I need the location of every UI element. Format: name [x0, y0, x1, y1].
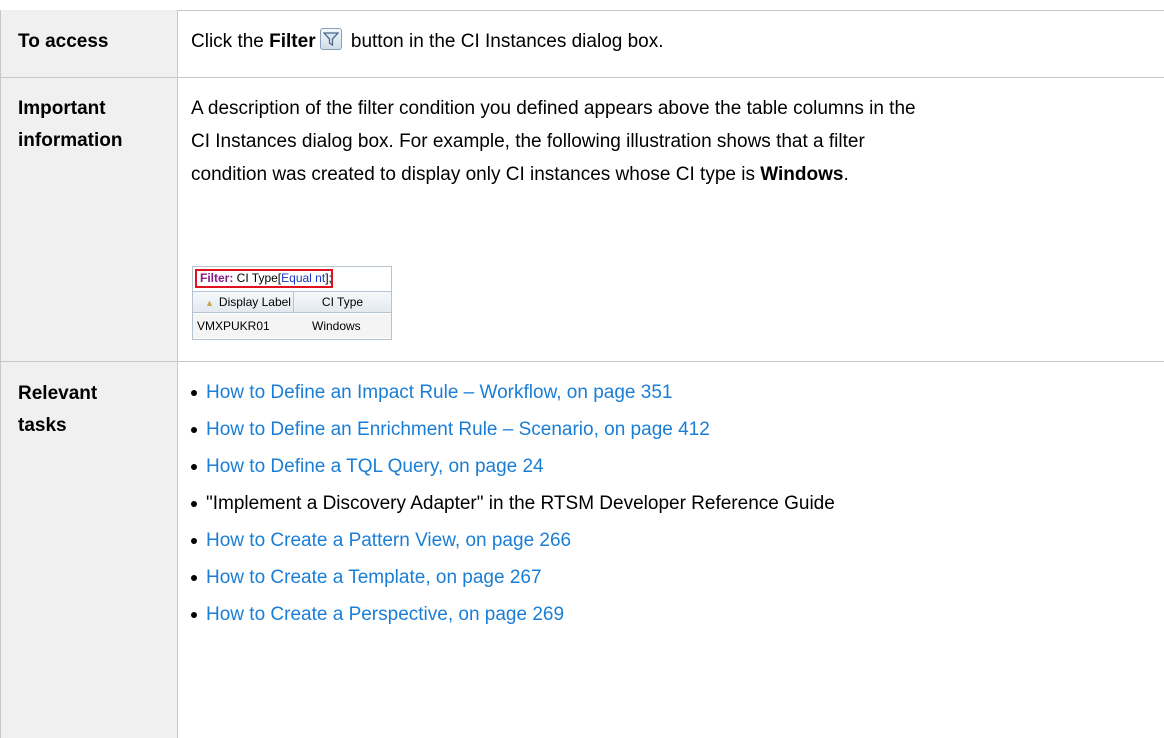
- bullet: [191, 464, 197, 470]
- filter-illustration: Filter: CI Type[Equal nt]; ▲ Display Labe…: [192, 266, 392, 340]
- row-label-important: Important: [18, 98, 106, 119]
- label-cell: Important information: [0, 78, 178, 361]
- label-cell: To access: [0, 10, 178, 77]
- list-item: "Implement a Discovery Adapter" in the R…: [191, 485, 835, 522]
- label-cell: Relevant tasks: [0, 362, 178, 738]
- important-line-2: CI Instances dialog box. For example, th…: [191, 131, 865, 152]
- task-text: "Implement a Discovery Adapter" in the R…: [206, 493, 835, 514]
- bullet: [191, 427, 197, 433]
- table-row: VMXPUKR01 Windows: [193, 314, 391, 338]
- list-item: How to Create a Pattern View, on page 26…: [191, 522, 835, 559]
- task-link[interactable]: How to Define an Impact Rule – Workflow,…: [206, 382, 672, 403]
- task-link[interactable]: How to Create a Pattern View, on page 26…: [206, 530, 571, 551]
- bullet: [191, 538, 197, 544]
- reference-table: To access Click the Filter button in the…: [0, 0, 1164, 738]
- row-label-information: information: [18, 130, 123, 151]
- important-line-3: condition was created to display only CI…: [191, 164, 849, 185]
- cell-display-label: VMXPUKR01: [197, 319, 270, 333]
- column-header-display-label: ▲ Display Label: [193, 292, 294, 312]
- row-relevant-tasks: Relevant tasks How to Define an Impact R…: [0, 362, 1164, 738]
- important-line-1: A description of the filter condition yo…: [191, 98, 916, 119]
- row-to-access: To access Click the Filter button in the…: [0, 10, 1164, 77]
- cell-ci-type: Windows: [312, 319, 361, 333]
- list-item: How to Create a Template, on page 267: [191, 559, 835, 596]
- row-label-tasks: tasks: [18, 415, 67, 436]
- bullet: [191, 501, 197, 507]
- filter-icon: [319, 28, 342, 50]
- illustration-table-header: ▲ Display Label CI Type: [193, 291, 391, 313]
- row-label-relevant: Relevant: [18, 383, 98, 404]
- column-header-ci-type: CI Type: [321, 295, 364, 309]
- list-item: How to Create a Perspective, on page 269: [191, 596, 835, 633]
- row-label-to-access: To access: [18, 31, 109, 52]
- relevant-tasks-list: How to Define an Impact Rule – Workflow,…: [191, 374, 835, 633]
- sort-ascending-icon: ▲: [205, 298, 214, 308]
- bullet: [191, 612, 197, 618]
- task-link[interactable]: How to Create a Perspective, on page 269: [206, 604, 564, 625]
- row-important-information: Important information A description of t…: [0, 78, 1164, 361]
- list-item: How to Define an Impact Rule – Workflow,…: [191, 374, 835, 411]
- access-description: Click the Filter button in the CI Instan…: [191, 26, 664, 58]
- task-link[interactable]: How to Define an Enrichment Rule – Scena…: [206, 419, 710, 440]
- task-link[interactable]: How to Create a Template, on page 267: [206, 567, 542, 588]
- list-item: How to Define an Enrichment Rule – Scena…: [191, 411, 835, 448]
- task-link[interactable]: How to Define a TQL Query, on page 24: [206, 456, 544, 477]
- list-item: How to Define a TQL Query, on page 24: [191, 448, 835, 485]
- bullet: [191, 575, 197, 581]
- filter-condition-box: Filter: CI Type[Equal nt];: [195, 269, 333, 288]
- bullet: [191, 390, 197, 396]
